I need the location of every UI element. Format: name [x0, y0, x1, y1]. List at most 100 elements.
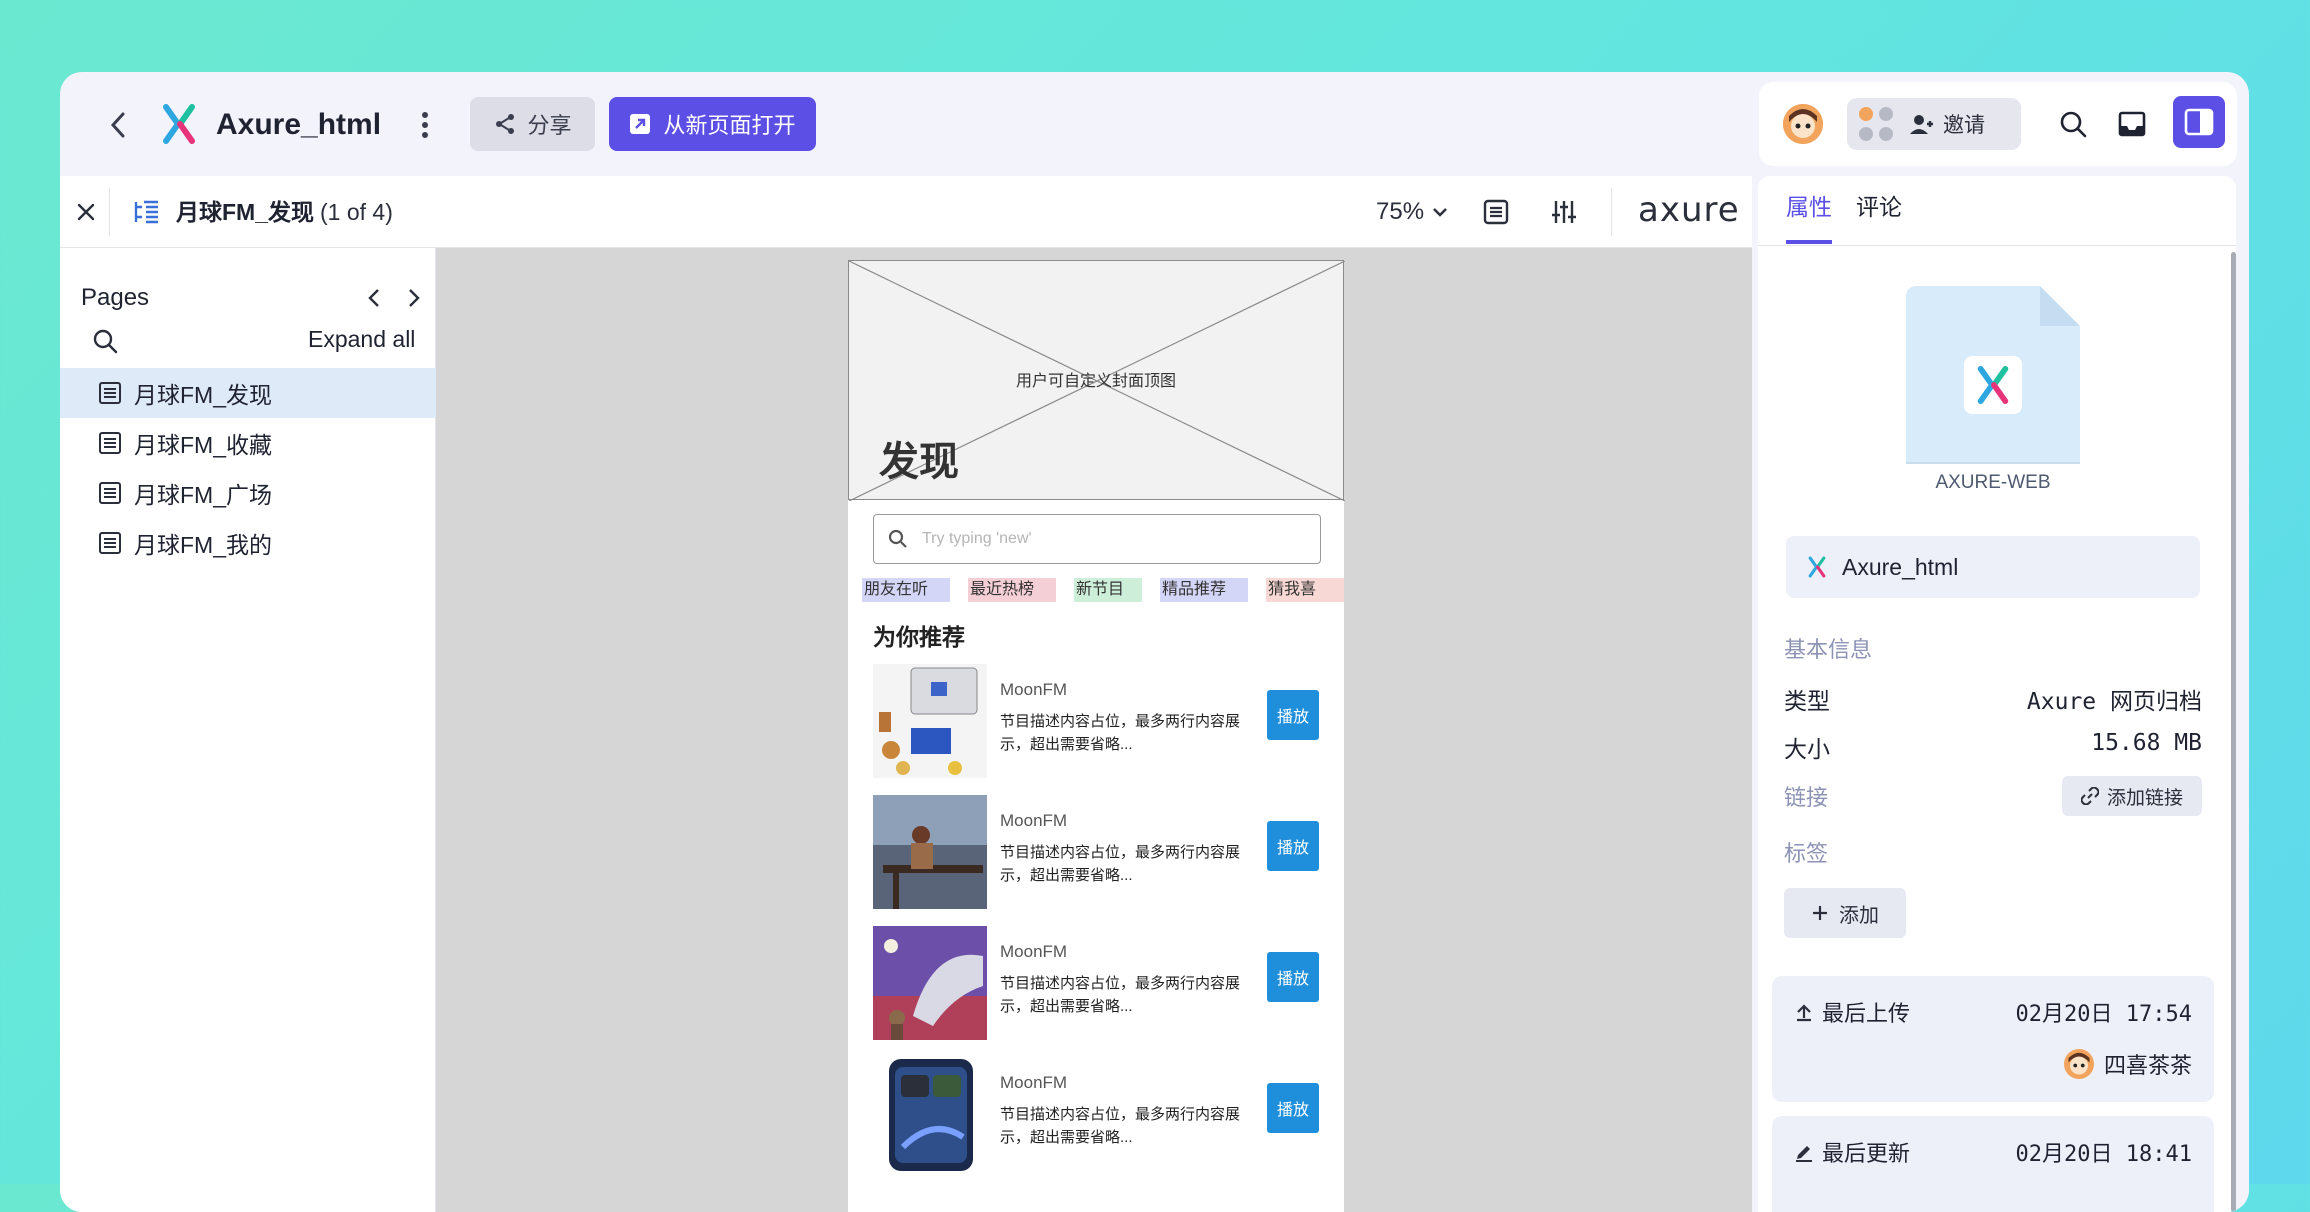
expand-all-link[interactable]: Expand all	[308, 326, 415, 353]
tags-key: 标签	[1784, 841, 1829, 866]
cover-caption: 用户可自定义封面顶图	[1015, 373, 1176, 390]
document-icon[interactable]	[1480, 196, 1512, 228]
uploader-row: 四喜茶茶	[1794, 1048, 2192, 1080]
item-description: 节目描述内容占位，最多两行内容展示，超出需要省略...	[1000, 844, 1241, 884]
panel-tabs: 属性 评论	[1758, 176, 2236, 246]
more-vertical-icon[interactable]	[410, 105, 440, 145]
basic-info-heading: 基本信息	[1784, 637, 1873, 662]
page-tree-icon[interactable]	[132, 198, 162, 226]
prototype-canvas[interactable]: 用户可自定义封面顶图 发现 Try typing 'new' 朋友在听 最近热榜新…	[436, 248, 1752, 1212]
file-name: Axure_html	[1842, 553, 1959, 580]
upload-icon	[1797, 1004, 1811, 1022]
page-icon	[99, 482, 121, 504]
chevron-right-icon[interactable]	[400, 284, 428, 312]
tag-hot[interactable]: 最近热榜	[968, 578, 1056, 602]
collaboration-bar: 邀请	[1759, 82, 2237, 166]
share-label: 分享	[527, 113, 572, 138]
tag-new[interactable]: 新节目	[1074, 578, 1142, 602]
invite-label: 邀请	[1943, 114, 1985, 137]
sidebar-item-label: 月球FM_发现	[134, 382, 272, 408]
recommend-list: MoonFM 节目描述内容占位，最多两行内容展示，超出需要省略... 播放 Mo…	[873, 664, 1321, 1188]
play-button[interactable]: 播放	[1267, 952, 1319, 1002]
item-title: MoonFM	[1000, 680, 1068, 699]
item-description: 节目描述内容占位，最多两行内容展示，超出需要省略...	[1000, 1106, 1241, 1146]
close-icon[interactable]	[68, 194, 104, 230]
sidebar-item-square[interactable]: 月球FM_广场	[60, 468, 436, 518]
back-arrow-icon[interactable]	[98, 105, 138, 145]
file-name-field[interactable]: Axure_html	[1786, 536, 2200, 598]
header-bar: Axure_html 分享 从新页面打开 邀请	[60, 72, 2237, 176]
play-button[interactable]: 播放	[1267, 1083, 1319, 1133]
search-placeholder: Try typing 'new'	[922, 530, 1032, 547]
axure-brand-logo: axure	[1638, 190, 1740, 230]
page-icon	[99, 432, 121, 454]
share-button[interactable]: 分享	[470, 97, 595, 151]
play-button[interactable]: 播放	[1267, 690, 1319, 740]
item-description: 节目描述内容占位，最多两行内容展示，超出需要省略...	[1000, 713, 1241, 753]
size-value: 15.68 MB	[2091, 730, 2202, 756]
search-icon[interactable]	[92, 328, 120, 356]
add-link-label: 添加链接	[2106, 787, 2183, 809]
avatar[interactable]	[1783, 104, 1823, 144]
search-icon	[888, 529, 907, 548]
page-icon	[99, 532, 121, 554]
zoom-value: 75%	[1376, 198, 1425, 225]
list-item[interactable]: MoonFM 节目描述内容占位，最多两行内容展示，超出需要省略... 播放	[873, 795, 1321, 926]
axure-logo-icon	[1964, 356, 2022, 414]
edit-icon	[1796, 1146, 1812, 1162]
divider	[109, 188, 110, 236]
axure-logo-icon	[158, 103, 200, 145]
chevron-down-icon	[1433, 208, 1447, 217]
play-button[interactable]: 播放	[1267, 821, 1319, 871]
last-update-row: 最后更新 02月20日 18:41	[1794, 1136, 2192, 1168]
last-upload-card: 最后上传 02月20日 17:54 四喜茶茶	[1772, 976, 2214, 1102]
add-tag-label: 添加	[1839, 904, 1879, 927]
sidebar-title: Pages	[81, 284, 150, 311]
sliders-icon[interactable]	[1548, 196, 1580, 228]
tag-friends[interactable]: 朋友在听	[862, 578, 950, 602]
tab-comments[interactable]: 评论	[1856, 190, 1902, 224]
axure-logo-icon	[1808, 556, 1826, 578]
scrollbar[interactable]	[2231, 252, 2236, 1212]
divider	[1611, 188, 1612, 236]
tag-guess[interactable]: 猜我喜	[1266, 578, 1344, 602]
add-user-icon	[1910, 115, 1933, 134]
page-icon	[99, 382, 121, 404]
panel-toggle-icon[interactable]	[2173, 96, 2225, 148]
list-item[interactable]: MoonFM 节目描述内容占位，最多两行内容展示，超出需要省略... 播放	[873, 664, 1321, 795]
list-item[interactable]: MoonFM 节目描述内容占位，最多两行内容展示，超出需要省略... 播放	[873, 1057, 1321, 1188]
sidebar-item-label: 月球FM_收藏	[134, 432, 272, 458]
type-value: Axure 网页归档	[2026, 689, 2202, 715]
page-heading: 发现	[879, 440, 959, 484]
add-tag-button[interactable]: 添加	[1784, 888, 1906, 938]
inbox-icon[interactable]	[2114, 106, 2150, 142]
item-title: MoonFM	[1000, 811, 1068, 830]
file-type-label: AXURE-WEB	[1906, 462, 2080, 502]
item-title: MoonFM	[1000, 942, 1068, 961]
search-input[interactable]: Try typing 'new'	[873, 514, 1321, 564]
tag-featured[interactable]: 精品推荐	[1160, 578, 1248, 602]
sidebar-item-label: 月球FM_我的	[134, 532, 272, 558]
size-key: 大小	[1784, 736, 1830, 762]
active-tab-indicator	[1786, 240, 1832, 244]
sidebar-item-favorites[interactable]: 月球FM_收藏	[60, 418, 436, 468]
category-tags: 朋友在听 最近热榜 新节目 精品推荐 猜我喜	[862, 578, 1344, 604]
list-item[interactable]: MoonFM 节目描述内容占位，最多两行内容展示，超出需要省略... 播放	[873, 926, 1321, 1057]
last-update-card: 最后更新 02月20日 18:41	[1772, 1116, 2214, 1212]
chevron-left-icon[interactable]	[360, 284, 388, 312]
thumbnail-image	[873, 926, 987, 1040]
plus-icon	[1813, 906, 1827, 920]
add-link-button[interactable]: 添加链接	[2062, 776, 2202, 816]
open-in-new-page-button[interactable]: 从新页面打开	[609, 97, 816, 151]
search-icon[interactable]	[2055, 106, 2091, 142]
section-title: 为你推荐	[873, 624, 965, 650]
last-upload-label: 最后上传	[1822, 1001, 1911, 1026]
link-key: 链接	[1784, 785, 1829, 810]
zoom-select[interactable]: 75%	[1376, 196, 1448, 228]
tab-properties[interactable]: 属性	[1786, 190, 1832, 224]
sidebar-item-mine[interactable]: 月球FM_我的	[60, 518, 436, 568]
invite-button[interactable]: 邀请	[1847, 98, 2021, 150]
uploader-name: 四喜茶茶	[2103, 1053, 2192, 1078]
item-description: 节目描述内容占位，最多两行内容展示，超出需要省略...	[1000, 975, 1241, 1015]
sidebar-item-discover[interactable]: 月球FM_发现	[60, 368, 436, 418]
